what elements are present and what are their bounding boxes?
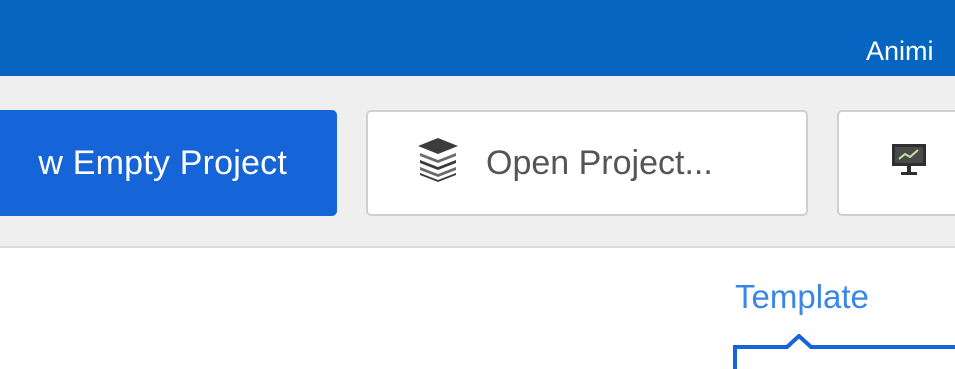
new-empty-project-label: w Empty Project <box>38 143 287 182</box>
tab-template[interactable]: Template <box>735 278 869 316</box>
stack-layers-icon <box>416 136 460 191</box>
content-area: Template <box>0 248 955 369</box>
tab-selection-indicator <box>733 334 955 369</box>
presentation-button[interactable] <box>837 110 955 216</box>
toolbar: w Empty Project Open Project... <box>0 76 955 248</box>
presentation-screen-icon <box>891 142 927 185</box>
open-project-button[interactable]: Open Project... <box>366 110 808 216</box>
open-project-label: Open Project... <box>486 143 713 182</box>
new-empty-project-button[interactable]: w Empty Project <box>0 110 337 216</box>
window-title: Animi <box>866 36 934 66</box>
title-bar: Animi <box>0 0 955 76</box>
